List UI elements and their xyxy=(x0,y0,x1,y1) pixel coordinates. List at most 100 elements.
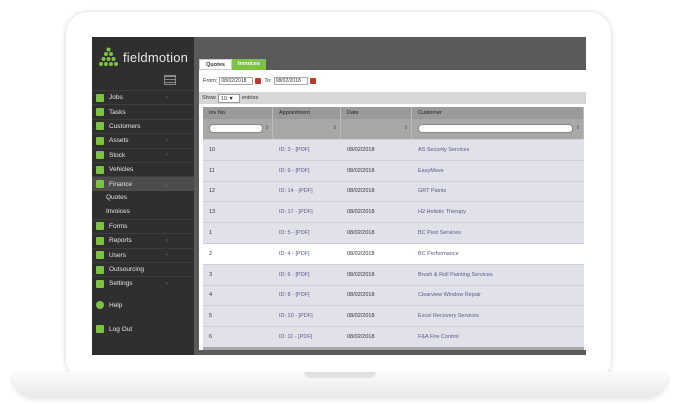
filter-cell: ⇕ xyxy=(273,119,341,139)
table-row[interactable]: 2 ID: 4 - [PDF] 08/02/2018 BC Performance xyxy=(203,242,584,264)
cell-appt[interactable]: ID: 9 - [PDF] xyxy=(273,168,341,174)
cell-customer[interactable]: GRT Paints xyxy=(412,188,584,194)
cell-customer[interactable]: EasyMove xyxy=(412,168,584,174)
dropdown-arrow-icon: ▼ xyxy=(228,95,234,102)
sidebar-item-label: Tasks xyxy=(109,108,126,116)
filter-inv-input[interactable] xyxy=(209,124,263,133)
sort-icon[interactable]: ⇕ xyxy=(333,125,337,131)
cell-appt[interactable]: ID: 14 - [PDF] xyxy=(273,188,341,194)
cell-customer[interactable]: Clearview Window Repair xyxy=(412,292,584,298)
cell-customer[interactable]: Excel Recovery Services xyxy=(412,313,584,319)
cell-date: 08/02/2018 xyxy=(347,334,375,341)
sidebar-subitem-quotes[interactable]: Quotes xyxy=(92,191,194,205)
chevron-icon: ‹ xyxy=(166,252,168,259)
sidebar-item-label: Reports xyxy=(109,237,132,245)
cell-appt[interactable]: ID: 17 - [PDF] xyxy=(273,209,341,215)
sidebar-item-users[interactable]: Users ‹ xyxy=(92,247,194,262)
sort-icon[interactable]: ⇕ xyxy=(265,125,269,131)
cell-customer[interactable]: Brush & Roll Painting Services xyxy=(412,272,584,278)
cell-appt[interactable]: ID: 11 - [PDF] xyxy=(273,334,341,340)
entries-label: entries xyxy=(241,95,259,101)
cell-appt[interactable]: ID: 5 - [PDF] xyxy=(273,230,341,236)
sidebar-item-outsourcing[interactable]: Outsourcing xyxy=(92,261,194,276)
sidebar-item-label: Finance xyxy=(109,180,133,188)
table-row[interactable]: 5 ID: 10 - [PDF] 08/02/2018 Excel Recovery … xyxy=(203,305,584,327)
user-icon xyxy=(96,122,104,131)
to-date-input[interactable]: 08/02/2018 xyxy=(273,77,308,85)
col-customer[interactable]: Customer xyxy=(412,107,584,119)
clipboard-icon xyxy=(96,108,104,117)
cell-inv: 10 xyxy=(209,146,216,153)
entries-value: 10 xyxy=(220,95,227,102)
calendar-icon[interactable] xyxy=(309,78,316,84)
cell-date: 08/02/2018 xyxy=(347,313,375,320)
chevron-icon: ⌄ xyxy=(162,181,168,188)
filter-cell: ⇕ xyxy=(412,119,584,139)
logo[interactable]: fieldmotion xyxy=(98,45,188,69)
cell-date: 08/02/2018 xyxy=(347,292,375,299)
filter-customer-input[interactable] xyxy=(418,124,573,133)
table-header: Inv No. Appointment Date Customer xyxy=(203,107,584,119)
cell-date: 08/02/2018 xyxy=(347,230,375,237)
outsourcing-icon xyxy=(96,265,104,274)
sidebar-item-vehicles[interactable]: Vehicles xyxy=(92,161,194,176)
table-row[interactable]: 3 ID: 6 - [PDF] 08/02/2018 Brush & Roll Pai… xyxy=(203,263,584,285)
chart-icon xyxy=(96,236,104,245)
sidebar-item-settings[interactable]: Settings ‹ xyxy=(92,276,194,290)
cell-appt[interactable]: ID: 8 - [PDF] xyxy=(273,292,341,298)
cell-appt[interactable]: ID: 4 - [PDF] xyxy=(273,251,341,257)
sidebar-item-logout[interactable]: Log Out xyxy=(92,323,194,335)
cell-appt[interactable]: ID: 10 - [PDF] xyxy=(273,313,341,319)
table-row[interactable]: 6 ID: 11 - [PDF] 08/02/2018 F&A Fire Contro… xyxy=(203,326,584,347)
sidebar-item-reports[interactable]: Reports ‹ xyxy=(92,233,194,247)
sidebar-item-stock[interactable]: Stock ‹ xyxy=(92,147,194,162)
table-row[interactable]: 11 ID: 9 - [PDF] 08/02/2018 EasyMove xyxy=(203,159,584,181)
sidebar-item-help[interactable]: Help xyxy=(92,299,194,311)
cell-customer[interactable]: BC Pest Services xyxy=(412,230,584,236)
col-inv-no[interactable]: Inv No. xyxy=(203,107,273,119)
sidebar-item-assets[interactable]: Assets ‹ xyxy=(92,133,194,147)
table-row[interactable]: 1 ID: 5 - [PDF] 08/02/2018 BC Pest Services xyxy=(203,222,584,243)
sidebar-item-forms[interactable]: Forms xyxy=(92,218,194,233)
tools-icon xyxy=(96,279,104,288)
sort-icon[interactable]: ⇕ xyxy=(404,125,408,131)
col-date[interactable]: Date xyxy=(341,107,412,119)
col-appointment[interactable]: Appointment xyxy=(273,107,341,119)
truck-icon xyxy=(96,165,104,174)
calendar-icon xyxy=(96,93,104,102)
from-date-input[interactable]: 08/02/2018 xyxy=(219,77,254,85)
table-row[interactable]: 12 ID: 14 - [PDF] 08/02/2018 GRT Paints xyxy=(203,180,584,202)
cell-customer[interactable]: H2 Holistic Therapy xyxy=(412,209,584,215)
logo-text: fieldmotion xyxy=(123,49,189,65)
tab-invoices[interactable]: Invoices xyxy=(231,59,266,70)
sidebar-item-label: Vehicles xyxy=(109,166,134,174)
cell-inv: 5 xyxy=(209,313,213,320)
calendar-icon[interactable] xyxy=(255,78,262,84)
sort-icon[interactable]: ⇕ xyxy=(576,125,580,131)
sidebar-item-tasks[interactable]: Tasks xyxy=(92,104,194,118)
sidebar-item-label: Forms xyxy=(109,222,128,230)
sidebar-item-label: Customers xyxy=(109,122,141,130)
sidebar-subitem-invoices[interactable]: Invoices xyxy=(92,205,194,219)
sidebar-item-label: Users xyxy=(109,251,126,259)
sidebar-item-finance[interactable]: Finance ⌄ xyxy=(92,176,194,191)
tab-quotes[interactable]: Quotes xyxy=(199,59,232,70)
sidebar-item-label: Help xyxy=(109,301,123,309)
box-icon xyxy=(96,151,104,160)
cell-customer[interactable]: AS Security Services xyxy=(412,147,584,153)
cell-appt[interactable]: ID: 3 - [PDF] xyxy=(273,147,341,153)
table-row[interactable]: 13 ID: 17 - [PDF] 08/02/2018 H2 Holistic Th… xyxy=(203,201,584,223)
to-label: To: xyxy=(264,78,272,84)
table-row[interactable]: 4 ID: 8 - [PDF] 08/02/2018 Clearview Window… xyxy=(203,284,584,306)
sidebar-item-customers[interactable]: Customers xyxy=(92,118,194,133)
from-label: From: xyxy=(203,78,218,84)
cell-appt[interactable]: ID: 6 - [PDF] xyxy=(273,272,341,278)
sidebar-item-jobs[interactable]: Jobs ‹ xyxy=(92,90,194,104)
entries-select[interactable]: 10 ▼ xyxy=(217,93,240,103)
table-row[interactable]: 10 ID: 3 - [PDF] 08/02/2018 AS Security Ser… xyxy=(203,139,584,160)
filter-cell: ⇕ xyxy=(341,119,412,139)
cell-customer[interactable]: BC Performance xyxy=(412,251,584,257)
cell-customer[interactable]: F&A Fire Control xyxy=(412,334,584,340)
grid-menu-icon[interactable] xyxy=(164,75,176,85)
cell-inv: 2 xyxy=(209,250,213,257)
